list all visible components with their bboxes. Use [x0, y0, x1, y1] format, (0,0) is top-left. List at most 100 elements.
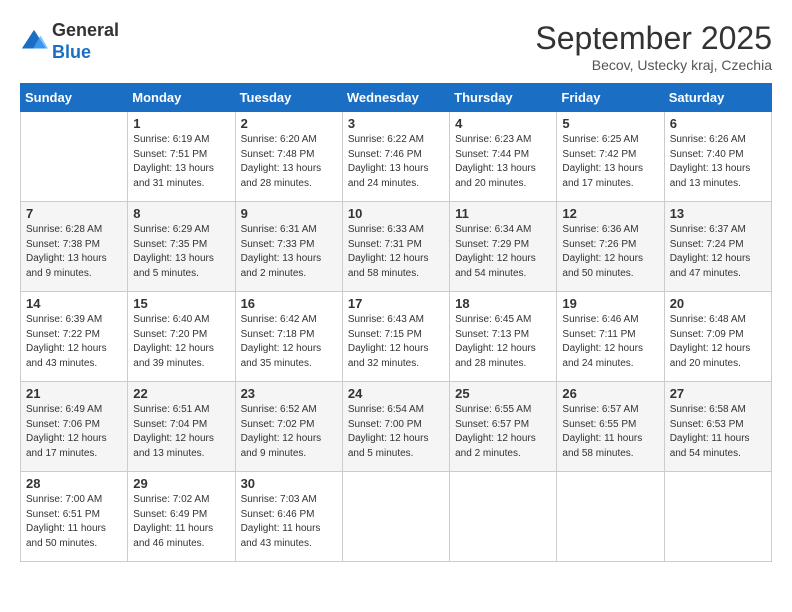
day-info: Sunrise: 6:52 AMSunset: 7:02 PMDaylight:…: [241, 403, 337, 461]
day-number: 18: [455, 296, 551, 311]
day-number: 2: [241, 116, 337, 131]
weekday-header: Sunday: [21, 84, 128, 112]
day-number: 30: [241, 476, 337, 491]
title-block: September 2025 Becov, Ustecky kraj, Czec…: [535, 20, 772, 73]
day-info: Sunrise: 6:46 AMSunset: 7:11 PMDaylight:…: [562, 313, 658, 371]
day-number: 11: [455, 206, 551, 221]
calendar-day-cell: 4 Sunrise: 6:23 AMSunset: 7:44 PMDaylight…: [450, 112, 557, 202]
calendar-day-cell: 23Sunrise: 6:52 AMSunset: 7:02 PMDayligh…: [235, 382, 342, 472]
calendar-day-cell: 24Sunrise: 6:54 AMSunset: 7:00 PMDayligh…: [342, 382, 449, 472]
day-info: Sunrise: 6:33 AMSunset: 7:31 PMDaylight:…: [348, 223, 444, 281]
calendar-day-cell: 22Sunrise: 6:51 AMSunset: 7:04 PMDayligh…: [128, 382, 235, 472]
calendar-day-cell: 18 Sunrise: 6:45 AMSunset: 7:13 PMDayligh…: [450, 292, 557, 382]
logo: General Blue: [20, 20, 119, 63]
day-info: Sunrise: 6:25 AMSunset: 7:42 PMDaylight:…: [562, 133, 658, 191]
day-number: 19: [562, 296, 658, 311]
day-info: Sunrise: 6:31 AMSunset: 7:33 PMDaylight:…: [241, 223, 337, 281]
day-number: 14: [26, 296, 122, 311]
day-number: 15: [133, 296, 229, 311]
day-info: Sunrise: 6:28 AMSunset: 7:38 PMDaylight:…: [26, 223, 122, 281]
day-number: 9: [241, 206, 337, 221]
calendar-day-cell: 27Sunrise: 6:58 AMSunset: 6:53 PMDayligh…: [664, 382, 771, 472]
calendar-day-cell: 10 Sunrise: 6:33 AMSunset: 7:31 PMDayligh…: [342, 202, 449, 292]
day-info: Sunrise: 6:48 AMSunset: 7:09 PMDaylight:…: [670, 313, 766, 371]
calendar-day-cell: 29 Sunrise: 7:02 AMSunset: 6:49 PMDayligh…: [128, 472, 235, 562]
day-number: 4: [455, 116, 551, 131]
weekday-header: Saturday: [664, 84, 771, 112]
calendar-day-cell: 16 Sunrise: 6:42 AMSunset: 7:18 PMDayligh…: [235, 292, 342, 382]
day-info: Sunrise: 6:36 AMSunset: 7:26 PMDaylight:…: [562, 223, 658, 281]
calendar-day-cell: 20 Sunrise: 6:48 AMSunset: 7:09 PMDayligh…: [664, 292, 771, 382]
day-number: 26: [562, 386, 658, 401]
page-header: General Blue September 2025 Becov, Ustec…: [20, 20, 772, 73]
weekday-header: Tuesday: [235, 84, 342, 112]
day-info: Sunrise: 7:00 AMSunset: 6:51 PMDaylight:…: [26, 493, 122, 551]
calendar-day-cell: 1 Sunrise: 6:19 AMSunset: 7:51 PMDaylight…: [128, 112, 235, 202]
calendar-day-cell: 30Sunrise: 7:03 AMSunset: 6:46 PMDayligh…: [235, 472, 342, 562]
day-info: Sunrise: 6:26 AMSunset: 7:40 PMDaylight:…: [670, 133, 766, 191]
day-info: Sunrise: 6:43 AMSunset: 7:15 PMDaylight:…: [348, 313, 444, 371]
day-info: Sunrise: 6:49 AMSunset: 7:06 PMDaylight:…: [26, 403, 122, 461]
day-info: Sunrise: 6:34 AMSunset: 7:29 PMDaylight:…: [455, 223, 551, 281]
weekday-header: Wednesday: [342, 84, 449, 112]
calendar-day-cell: 11 Sunrise: 6:34 AMSunset: 7:29 PMDayligh…: [450, 202, 557, 292]
day-number: 20: [670, 296, 766, 311]
calendar-day-cell: [21, 112, 128, 202]
calendar-day-cell: 28 Sunrise: 7:00 AMSunset: 6:51 PMDayligh…: [21, 472, 128, 562]
day-number: 3: [348, 116, 444, 131]
calendar-day-cell: [557, 472, 664, 562]
calendar-day-cell: 17Sunrise: 6:43 AMSunset: 7:15 PMDayligh…: [342, 292, 449, 382]
calendar-day-cell: 8Sunrise: 6:29 AMSunset: 7:35 PMDaylight…: [128, 202, 235, 292]
day-info: Sunrise: 6:55 AMSunset: 6:57 PMDaylight:…: [455, 403, 551, 461]
day-info: Sunrise: 6:45 AMSunset: 7:13 PMDaylight:…: [455, 313, 551, 371]
calendar-week-row: 21 Sunrise: 6:49 AMSunset: 7:06 PMDayligh…: [21, 382, 772, 472]
day-info: Sunrise: 6:57 AMSunset: 6:55 PMDaylight:…: [562, 403, 658, 461]
calendar-day-cell: 6 Sunrise: 6:26 AMSunset: 7:40 PMDaylight…: [664, 112, 771, 202]
day-info: Sunrise: 6:37 AMSunset: 7:24 PMDaylight:…: [670, 223, 766, 281]
calendar-day-cell: 14 Sunrise: 6:39 AMSunset: 7:22 PMDayligh…: [21, 292, 128, 382]
calendar-day-cell: [450, 472, 557, 562]
day-info: Sunrise: 6:42 AMSunset: 7:18 PMDaylight:…: [241, 313, 337, 371]
calendar-day-cell: 13 Sunrise: 6:37 AMSunset: 7:24 PMDayligh…: [664, 202, 771, 292]
day-info: Sunrise: 6:39 AMSunset: 7:22 PMDaylight:…: [26, 313, 122, 371]
day-number: 13: [670, 206, 766, 221]
day-number: 29: [133, 476, 229, 491]
day-info: Sunrise: 6:19 AMSunset: 7:51 PMDaylight:…: [133, 133, 229, 191]
day-number: 10: [348, 206, 444, 221]
calendar-week-row: 7 Sunrise: 6:28 AMSunset: 7:38 PMDaylight…: [21, 202, 772, 292]
weekday-header: Friday: [557, 84, 664, 112]
calendar-week-row: 28 Sunrise: 7:00 AMSunset: 6:51 PMDayligh…: [21, 472, 772, 562]
day-number: 5: [562, 116, 658, 131]
day-info: Sunrise: 6:22 AMSunset: 7:46 PMDaylight:…: [348, 133, 444, 191]
day-info: Sunrise: 6:54 AMSunset: 7:00 PMDaylight:…: [348, 403, 444, 461]
calendar-week-row: 14 Sunrise: 6:39 AMSunset: 7:22 PMDayligh…: [21, 292, 772, 382]
day-number: 16: [241, 296, 337, 311]
day-info: Sunrise: 7:02 AMSunset: 6:49 PMDaylight:…: [133, 493, 229, 551]
calendar-day-cell: 25Sunrise: 6:55 AMSunset: 6:57 PMDayligh…: [450, 382, 557, 472]
calendar-header-row: SundayMondayTuesdayWednesdayThursdayFrid…: [21, 84, 772, 112]
calendar-week-row: 1 Sunrise: 6:19 AMSunset: 7:51 PMDaylight…: [21, 112, 772, 202]
day-number: 12: [562, 206, 658, 221]
day-number: 8: [133, 206, 229, 221]
day-info: Sunrise: 6:23 AMSunset: 7:44 PMDaylight:…: [455, 133, 551, 191]
day-number: 7: [26, 206, 122, 221]
day-info: Sunrise: 6:51 AMSunset: 7:04 PMDaylight:…: [133, 403, 229, 461]
calendar-day-cell: 5 Sunrise: 6:25 AMSunset: 7:42 PMDaylight…: [557, 112, 664, 202]
day-number: 28: [26, 476, 122, 491]
month-year: September 2025: [535, 20, 772, 57]
calendar-day-cell: 19 Sunrise: 6:46 AMSunset: 7:11 PMDayligh…: [557, 292, 664, 382]
weekday-header: Thursday: [450, 84, 557, 112]
day-number: 21: [26, 386, 122, 401]
calendar-day-cell: 2 Sunrise: 6:20 AMSunset: 7:48 PMDaylight…: [235, 112, 342, 202]
location: Becov, Ustecky kraj, Czechia: [535, 57, 772, 73]
calendar-day-cell: [664, 472, 771, 562]
calendar-day-cell: 9 Sunrise: 6:31 AMSunset: 7:33 PMDaylight…: [235, 202, 342, 292]
day-number: 6: [670, 116, 766, 131]
calendar-day-cell: [342, 472, 449, 562]
weekday-header: Monday: [128, 84, 235, 112]
logo-text: General Blue: [52, 20, 119, 63]
day-number: 1: [133, 116, 229, 131]
day-info: Sunrise: 6:20 AMSunset: 7:48 PMDaylight:…: [241, 133, 337, 191]
calendar-day-cell: 3 Sunrise: 6:22 AMSunset: 7:46 PMDaylight…: [342, 112, 449, 202]
calendar-day-cell: 12 Sunrise: 6:36 AMSunset: 7:26 PMDayligh…: [557, 202, 664, 292]
